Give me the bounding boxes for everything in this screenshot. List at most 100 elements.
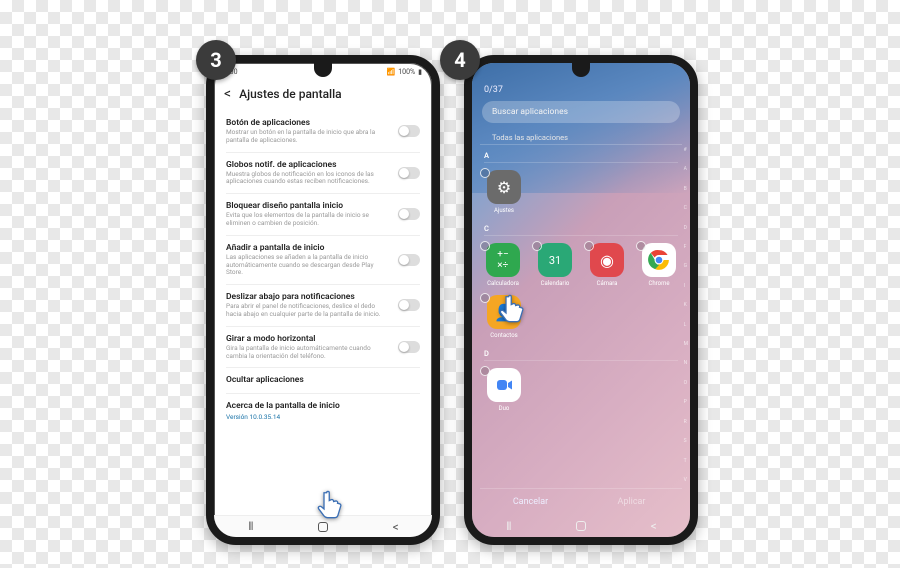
cancel-button[interactable]: Cancelar (480, 489, 581, 515)
alpha-index-letter[interactable]: R (684, 419, 688, 425)
app-checkbox[interactable] (480, 366, 490, 376)
setting-desc: Las aplicaciones se añaden a la pantalla… (226, 254, 390, 277)
app-ajustes[interactable]: ⚙ Ajustes (482, 170, 526, 214)
phone-app-picker: 0/37 Buscar aplicaciones Todas las aplic… (464, 55, 698, 545)
setting-desc: Gira la pantalla de inicio automáticamen… (226, 345, 390, 361)
battery-text: 100% (398, 68, 415, 76)
app-checkbox[interactable] (636, 241, 646, 251)
app-label: Ajustes (494, 207, 514, 214)
app-duo[interactable]: Duo (482, 368, 526, 412)
alpha-index-letter[interactable]: D (684, 225, 688, 231)
alpha-index-letter[interactable]: K (684, 302, 688, 308)
battery-icon: ▮ (418, 68, 422, 76)
step-badge-3: 3 (196, 40, 236, 80)
setting-title: Ocultar aplicaciones (226, 375, 390, 385)
app-chrome[interactable]: Chrome (638, 243, 680, 287)
nav-home-button[interactable] (314, 522, 332, 532)
setting-desc: Muestra globos de notificación en los ic… (226, 171, 390, 187)
screen-settings: 9:00 📶 100% ▮ < Ajustes de pantalla Botó… (214, 63, 432, 537)
nav-back-button[interactable]: < (645, 519, 663, 533)
toggle-switch[interactable] (398, 125, 420, 137)
setting-lock-layout[interactable]: Bloquear diseño pantalla inicio Evita qu… (226, 193, 420, 235)
app-checkbox[interactable] (480, 241, 490, 251)
toggle-switch[interactable] (398, 208, 420, 220)
setting-title: Deslizar abajo para notificaciones (226, 292, 390, 302)
app-label: Contactos (490, 332, 517, 339)
alpha-index-letter[interactable]: F (684, 244, 688, 250)
version-text: Versión 10.0.35.14 (226, 413, 390, 421)
selection-counter: 0/37 (472, 81, 690, 97)
app-checkbox[interactable] (584, 241, 594, 251)
search-input[interactable]: Buscar aplicaciones (482, 101, 680, 123)
setting-title: Globos notif. de aplicaciones (226, 160, 390, 170)
app-label: Cámara (597, 280, 618, 287)
alpha-index-letter[interactable]: N (684, 360, 688, 366)
alpha-index-letter[interactable]: P (684, 399, 688, 405)
toggle-switch[interactable] (398, 341, 420, 353)
app-checkbox[interactable] (480, 293, 490, 303)
android-navbar: ||| < (214, 515, 432, 537)
all-apps-label: Todas las aplicaciones (480, 127, 682, 145)
toggle-switch[interactable] (398, 254, 420, 266)
alpha-index-letter[interactable]: A (684, 166, 688, 172)
step-badge-4: 4 (440, 40, 480, 80)
app-label: Chrome (648, 280, 669, 287)
back-arrow-icon[interactable]: < (224, 87, 231, 101)
android-navbar: ||| < (472, 515, 690, 537)
alpha-index[interactable]: # A B C D F G I K L M N O P R S T V (684, 143, 688, 487)
alpha-index-letter[interactable]: T (684, 458, 688, 464)
app-label: Calendario (541, 280, 570, 287)
alpha-index-letter[interactable]: S (684, 438, 688, 444)
setting-desc: Evita que los elementos de la pantalla d… (226, 212, 390, 228)
app-checkbox[interactable] (480, 168, 490, 178)
action-bar: Cancelar Aplicar (480, 488, 682, 515)
settings-list[interactable]: Botón de aplicaciones Mostrar un botón e… (214, 111, 432, 515)
app-row: ⚙ Ajustes (480, 166, 682, 218)
app-label: Duo (499, 405, 510, 412)
alpha-index-letter[interactable]: L (684, 322, 688, 328)
app-row: Duo (480, 364, 682, 416)
page-title: Ajustes de pantalla (239, 87, 342, 101)
setting-about-home[interactable]: Acerca de la pantalla de inicio Versión … (226, 393, 420, 428)
app-checkbox[interactable] (532, 241, 542, 251)
setting-swipe-notif[interactable]: Deslizar abajo para notificaciones Para … (226, 284, 420, 326)
alpha-index-letter[interactable]: B (684, 186, 688, 192)
nav-home-button[interactable] (572, 521, 590, 531)
alpha-index-letter[interactable]: O (684, 380, 688, 386)
alpha-index-letter[interactable]: V (684, 477, 688, 483)
alpha-index-letter[interactable]: C (684, 205, 688, 211)
settings-header: < Ajustes de pantalla (214, 81, 432, 111)
alpha-index-letter[interactable]: G (684, 263, 688, 269)
app-label: Calculadora (487, 280, 519, 287)
apply-button[interactable]: Aplicar (581, 489, 682, 515)
setting-apps-button[interactable]: Botón de aplicaciones Mostrar un botón e… (226, 111, 420, 152)
apps-scroll[interactable]: A ⚙ Ajustes C +−×÷ Calculadora (472, 145, 690, 488)
alpha-index-letter[interactable]: M (684, 341, 688, 347)
setting-title: Bloquear diseño pantalla inicio (226, 201, 390, 211)
toggle-switch[interactable] (398, 299, 420, 311)
app-contactos[interactable]: 👤 Contactos (482, 295, 526, 339)
alpha-index-letter[interactable]: I (684, 283, 688, 289)
contacts-icon: 👤 (487, 295, 521, 329)
app-calculadora[interactable]: +−×÷ Calculadora (482, 243, 524, 287)
chrome-icon (642, 243, 676, 277)
setting-notif-badges[interactable]: Globos notif. de aplicaciones Muestra gl… (226, 152, 420, 194)
section-letter-d: D (484, 349, 678, 361)
setting-hide-apps[interactable]: Ocultar aplicaciones (226, 367, 420, 393)
nav-back-button[interactable]: < (387, 520, 405, 534)
calendar-icon: 31 (538, 243, 572, 277)
setting-add-home[interactable]: Añadir a pantalla de inicio Las aplicaci… (226, 235, 420, 284)
setting-title: Girar a modo horizontal (226, 334, 390, 344)
setting-title: Botón de aplicaciones (226, 118, 390, 128)
app-calendario[interactable]: 31 Calendario (534, 243, 576, 287)
toggle-switch[interactable] (398, 167, 420, 179)
duo-icon (487, 368, 521, 402)
nav-recent-button[interactable]: ||| (241, 521, 259, 532)
app-row: 👤 Contactos (480, 291, 682, 343)
setting-rotate[interactable]: Girar a modo horizontal Gira la pantalla… (226, 326, 420, 368)
alpha-index-letter[interactable]: # (684, 147, 688, 153)
app-camara[interactable]: ◉ Cámara (586, 243, 628, 287)
calculator-icon: +−×÷ (486, 243, 520, 277)
setting-title: Acerca de la pantalla de inicio (226, 401, 390, 411)
nav-recent-button[interactable]: ||| (499, 521, 517, 532)
